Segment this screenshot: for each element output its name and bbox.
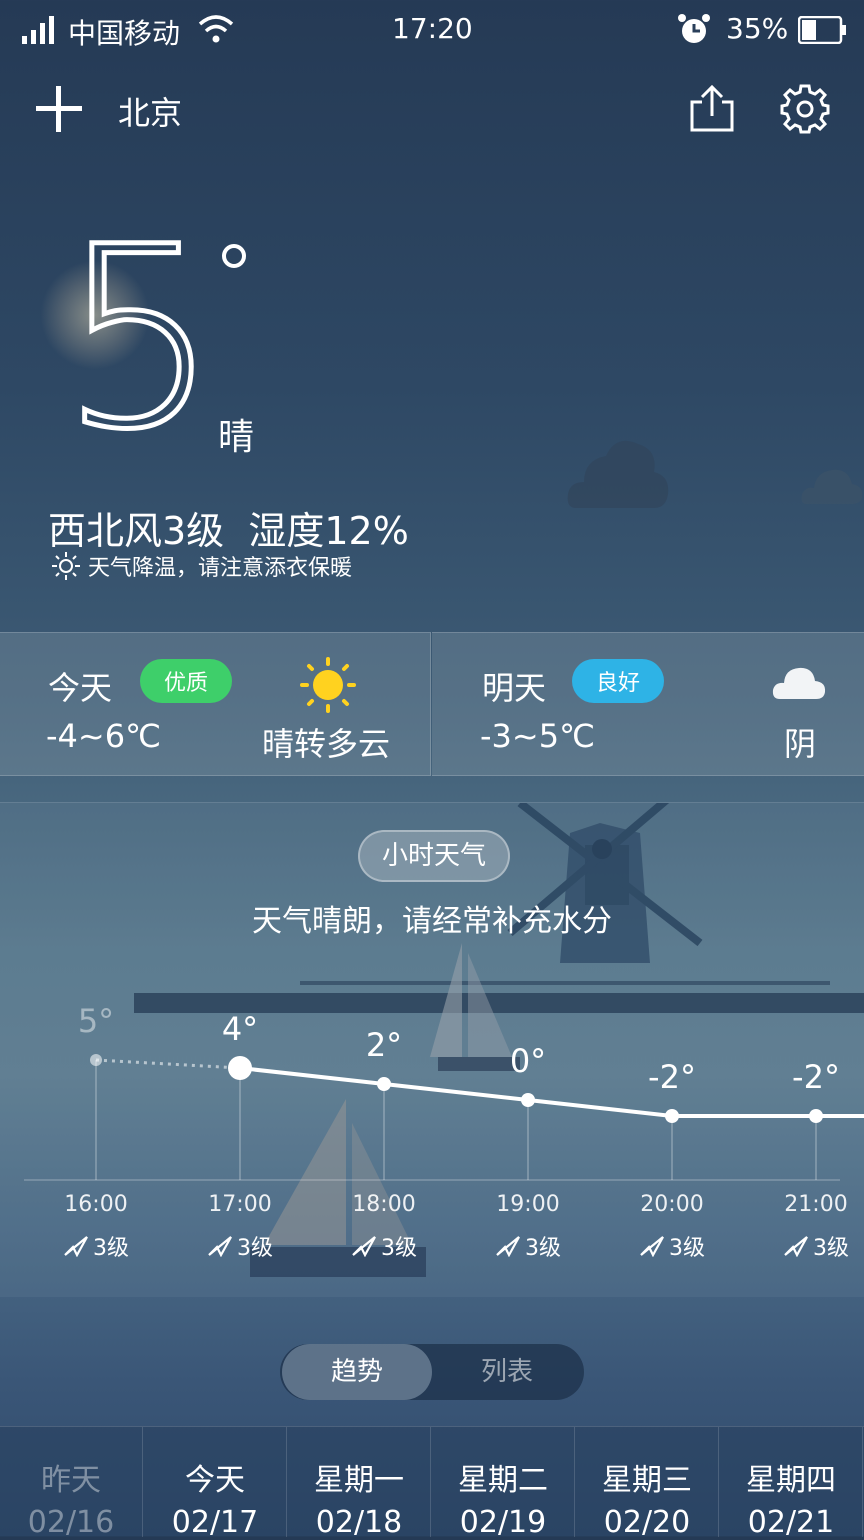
day-date: 02/17 <box>171 1505 259 1540</box>
today-card[interactable]: 今天 优质 -4~6℃ 晴转多云 <box>0 632 431 776</box>
daily-strip: 昨天 02/16 今天 02/17 星期一 02/18 星期二 02/19 星期三 02/20 星期… <box>0 1426 864 1540</box>
wind-direction-icon <box>496 1236 520 1257</box>
cloud-decoration-small <box>801 469 863 504</box>
tomorrow-label: 明天 <box>482 669 547 707</box>
wind-direction-icon <box>64 1236 88 1257</box>
settings-button[interactable] <box>780 84 830 134</box>
hour-wind-level: 3级 <box>669 1236 705 1261</box>
degree-symbol <box>222 244 246 268</box>
hour-wind-level: 3级 <box>525 1236 561 1261</box>
temperature-point <box>521 1093 535 1107</box>
status-bar: 中国移动 17:20 35% <box>0 0 864 62</box>
tomorrow-card[interactable]: 明天 良好 -3~5℃ 阴 <box>432 632 864 776</box>
hour-temp-label: -2° <box>648 1058 696 1096</box>
city-name[interactable]: 北京 <box>118 88 182 134</box>
day-name: 星期三 <box>602 1463 692 1498</box>
view-toggle: 趋势 列表 <box>280 1344 584 1400</box>
day-date: 02/18 <box>315 1505 403 1540</box>
day-name: 今天 <box>185 1463 245 1498</box>
today-aqi-badge: 优质 <box>140 659 233 703</box>
hour-time-label: 21:00 <box>784 1192 848 1217</box>
share-button[interactable] <box>688 84 736 132</box>
today-condition: 晴转多云 <box>262 725 391 763</box>
sunny-icon <box>300 657 356 713</box>
tomorrow-temp-range: -3~5℃ <box>480 717 596 755</box>
hourly-weather-pill[interactable]: 小时天气 <box>358 830 510 882</box>
hour-wind: 3级 <box>468 1230 588 1262</box>
sun-small-icon <box>52 552 80 580</box>
hourly-tip: 天气晴朗，请经常补充水分 <box>252 904 612 939</box>
wind-humidity: 西北风3级 湿度12% <box>48 509 409 553</box>
battery-percent: 35% <box>726 12 789 45</box>
hourly-temperature-chart: 5° 16:00 3级 4° 17:00 3级 2° 18:00 3级 0° 19:00 3级 -2° 2… <box>0 990 864 1270</box>
hour-time-label: 20:00 <box>640 1192 704 1217</box>
hour-time-label: 19:00 <box>496 1192 560 1217</box>
temperature-point <box>228 1056 252 1080</box>
weather-tip-text: 天气降温，请注意添衣保暖 <box>88 556 353 581</box>
hour-wind-level: 3级 <box>237 1236 273 1261</box>
hour-temp-label: 0° <box>509 1042 547 1080</box>
hour-wind: 3级 <box>612 1230 732 1262</box>
hour-temp-label: 4° <box>221 1010 259 1048</box>
day-name: 昨天 <box>41 1463 101 1498</box>
wind-direction-icon <box>640 1236 664 1257</box>
hour-time-label: 17:00 <box>208 1192 272 1217</box>
hour-wind-level: 3级 <box>93 1236 129 1261</box>
day-column[interactable]: 星期一 02/18 <box>288 1427 431 1540</box>
tomorrow-condition: 阴 <box>784 725 817 763</box>
trend-tab[interactable]: 趋势 <box>282 1344 432 1400</box>
hour-time-label: 18:00 <box>352 1192 416 1217</box>
day-name: 星期一 <box>314 1463 404 1498</box>
day-column[interactable]: 今天 02/17 <box>144 1427 287 1540</box>
temperature-point <box>377 1077 391 1091</box>
hour-temp-label: 5° <box>77 1002 115 1040</box>
day-date: 02/20 <box>603 1505 691 1540</box>
weather-tip: 天气降温，请注意添衣保暖 <box>52 550 352 582</box>
day-column[interactable]: 星期三 02/20 <box>576 1427 719 1540</box>
cloudy-icon <box>772 667 826 699</box>
wind-direction-icon <box>352 1236 376 1257</box>
clock: 17:20 <box>392 12 473 45</box>
temperature-point <box>809 1109 823 1123</box>
day-name: 星期四 <box>746 1463 836 1498</box>
day-column[interactable]: 星期二 02/19 <box>432 1427 575 1540</box>
wind-direction-icon <box>784 1236 808 1257</box>
add-city-button[interactable] <box>34 84 84 134</box>
battery-icon <box>798 16 846 44</box>
hour-wind-level: 3级 <box>813 1236 849 1261</box>
tomorrow-aqi-badge: 良好 <box>572 659 665 703</box>
day-column[interactable]: 星期四 02/21 <box>720 1427 863 1540</box>
alarm-icon <box>678 14 710 43</box>
list-tab[interactable]: 列表 <box>432 1344 582 1400</box>
wind-direction-icon <box>208 1236 232 1257</box>
signal-icon <box>22 16 54 44</box>
hour-wind: 3级 <box>36 1230 156 1262</box>
cloud-decoration <box>567 440 669 508</box>
hour-wind-level: 3级 <box>381 1236 417 1261</box>
current-condition: 晴 <box>218 417 255 458</box>
temperature-point <box>90 1054 102 1066</box>
hour-time-label: 16:00 <box>64 1192 128 1217</box>
carrier-name: 中国移动 <box>68 17 181 50</box>
hour-temp-label: 2° <box>365 1026 403 1064</box>
today-label: 今天 <box>48 669 113 707</box>
today-temp-range: -4~6℃ <box>46 717 162 755</box>
temperature-point <box>665 1109 679 1123</box>
current-temperature: 5 <box>57 193 221 484</box>
day-date: 02/21 <box>747 1505 835 1540</box>
hour-temp-label: -2° <box>792 1058 840 1096</box>
day-date: 02/16 <box>27 1505 115 1540</box>
hour-wind: 3级 <box>756 1230 864 1262</box>
wifi-icon <box>198 15 234 43</box>
hour-wind: 3级 <box>324 1230 444 1262</box>
hour-wind: 3级 <box>180 1230 300 1262</box>
day-name: 星期二 <box>458 1463 548 1498</box>
day-date: 02/19 <box>459 1505 547 1540</box>
past-temperature-line <box>95 1058 241 1070</box>
day-column[interactable]: 昨天 02/16 <box>0 1427 143 1540</box>
